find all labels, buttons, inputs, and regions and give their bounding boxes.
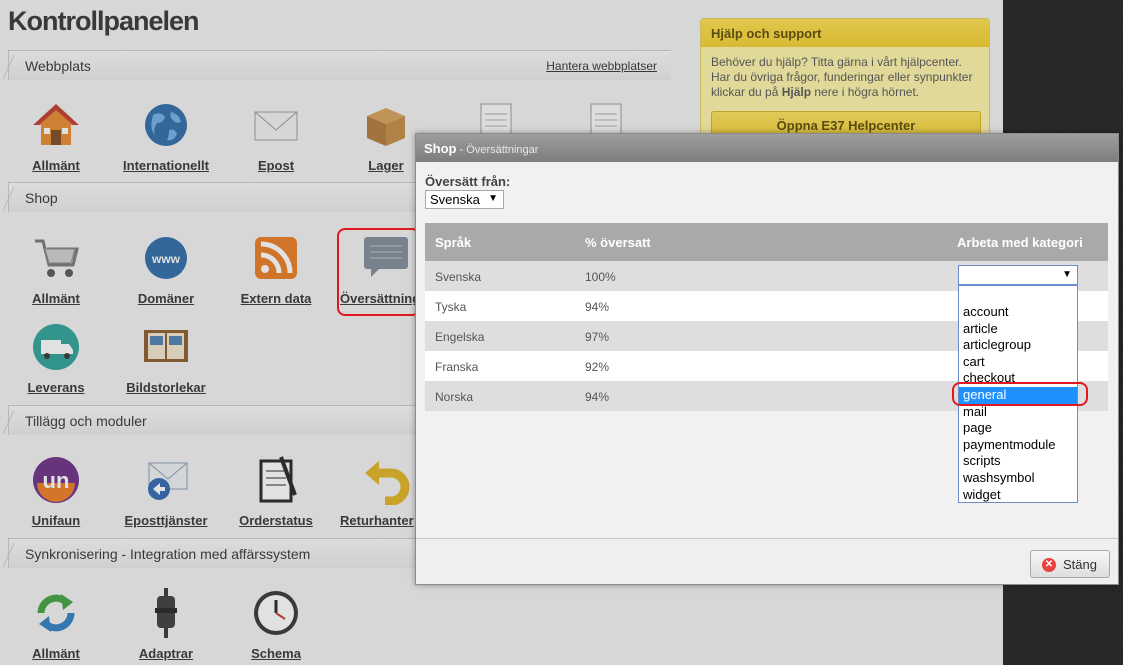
column-header: % översatt [585,235,651,250]
close-button[interactable]: ✕ Stäng [1030,550,1110,578]
dialog-title-bar: Shop - Översättningar [416,134,1118,162]
percent-cell: 92% [585,360,610,374]
annotation-highlight [337,228,420,316]
annotation-highlight [952,382,1088,406]
dropdown-arrow-icon: ▼ [1062,269,1072,280]
category-option[interactable]: washsymbol [959,470,1077,487]
category-option[interactable]: cart [959,354,1077,371]
language-cell: Svenska [435,270,482,284]
category-option[interactable]: article [959,321,1077,338]
column-header: Arbeta med kategori [957,235,1083,250]
percent-cell: 100% [585,270,616,284]
language-cell: Franska [435,360,479,374]
dropdown-arrow-icon: ▼ [488,193,498,204]
table-header: Språk % översatt Arbeta med kategori [425,223,1108,261]
category-option[interactable]: mail [959,404,1077,421]
category-option[interactable]: scripts [959,453,1077,470]
translate-from-label: Översätt från: [425,174,511,189]
category-option[interactable]: page [959,420,1077,437]
dialog-footer: ✕ Stäng [416,538,1118,584]
language-cell: Tyska [435,300,467,314]
translations-dialog: Shop - Översättningar Översätt från: Sve… [415,133,1119,585]
percent-cell: 97% [585,330,610,344]
percent-cell: 94% [585,390,610,404]
category-option[interactable]: account [959,304,1077,321]
language-cell: Norska [435,390,474,404]
column-header: Språk [435,235,472,250]
close-button-label: Stäng [1063,557,1097,572]
language-cell: Engelska [435,330,485,344]
category-select[interactable]: ▼ [958,265,1078,285]
category-option[interactable]: articlegroup [959,337,1077,354]
close-icon: ✕ [1042,558,1056,572]
translate-from-value: Svenska [430,192,480,207]
translate-from-select[interactable]: Svenska ▼ [425,190,504,209]
category-option[interactable]: paymentmodule [959,437,1077,454]
dialog-subtitle: - Översättningar [456,144,539,156]
percent-cell: 94% [585,300,610,314]
category-option[interactable]: widget [959,487,1077,504]
dialog-title: Shop [424,141,457,156]
